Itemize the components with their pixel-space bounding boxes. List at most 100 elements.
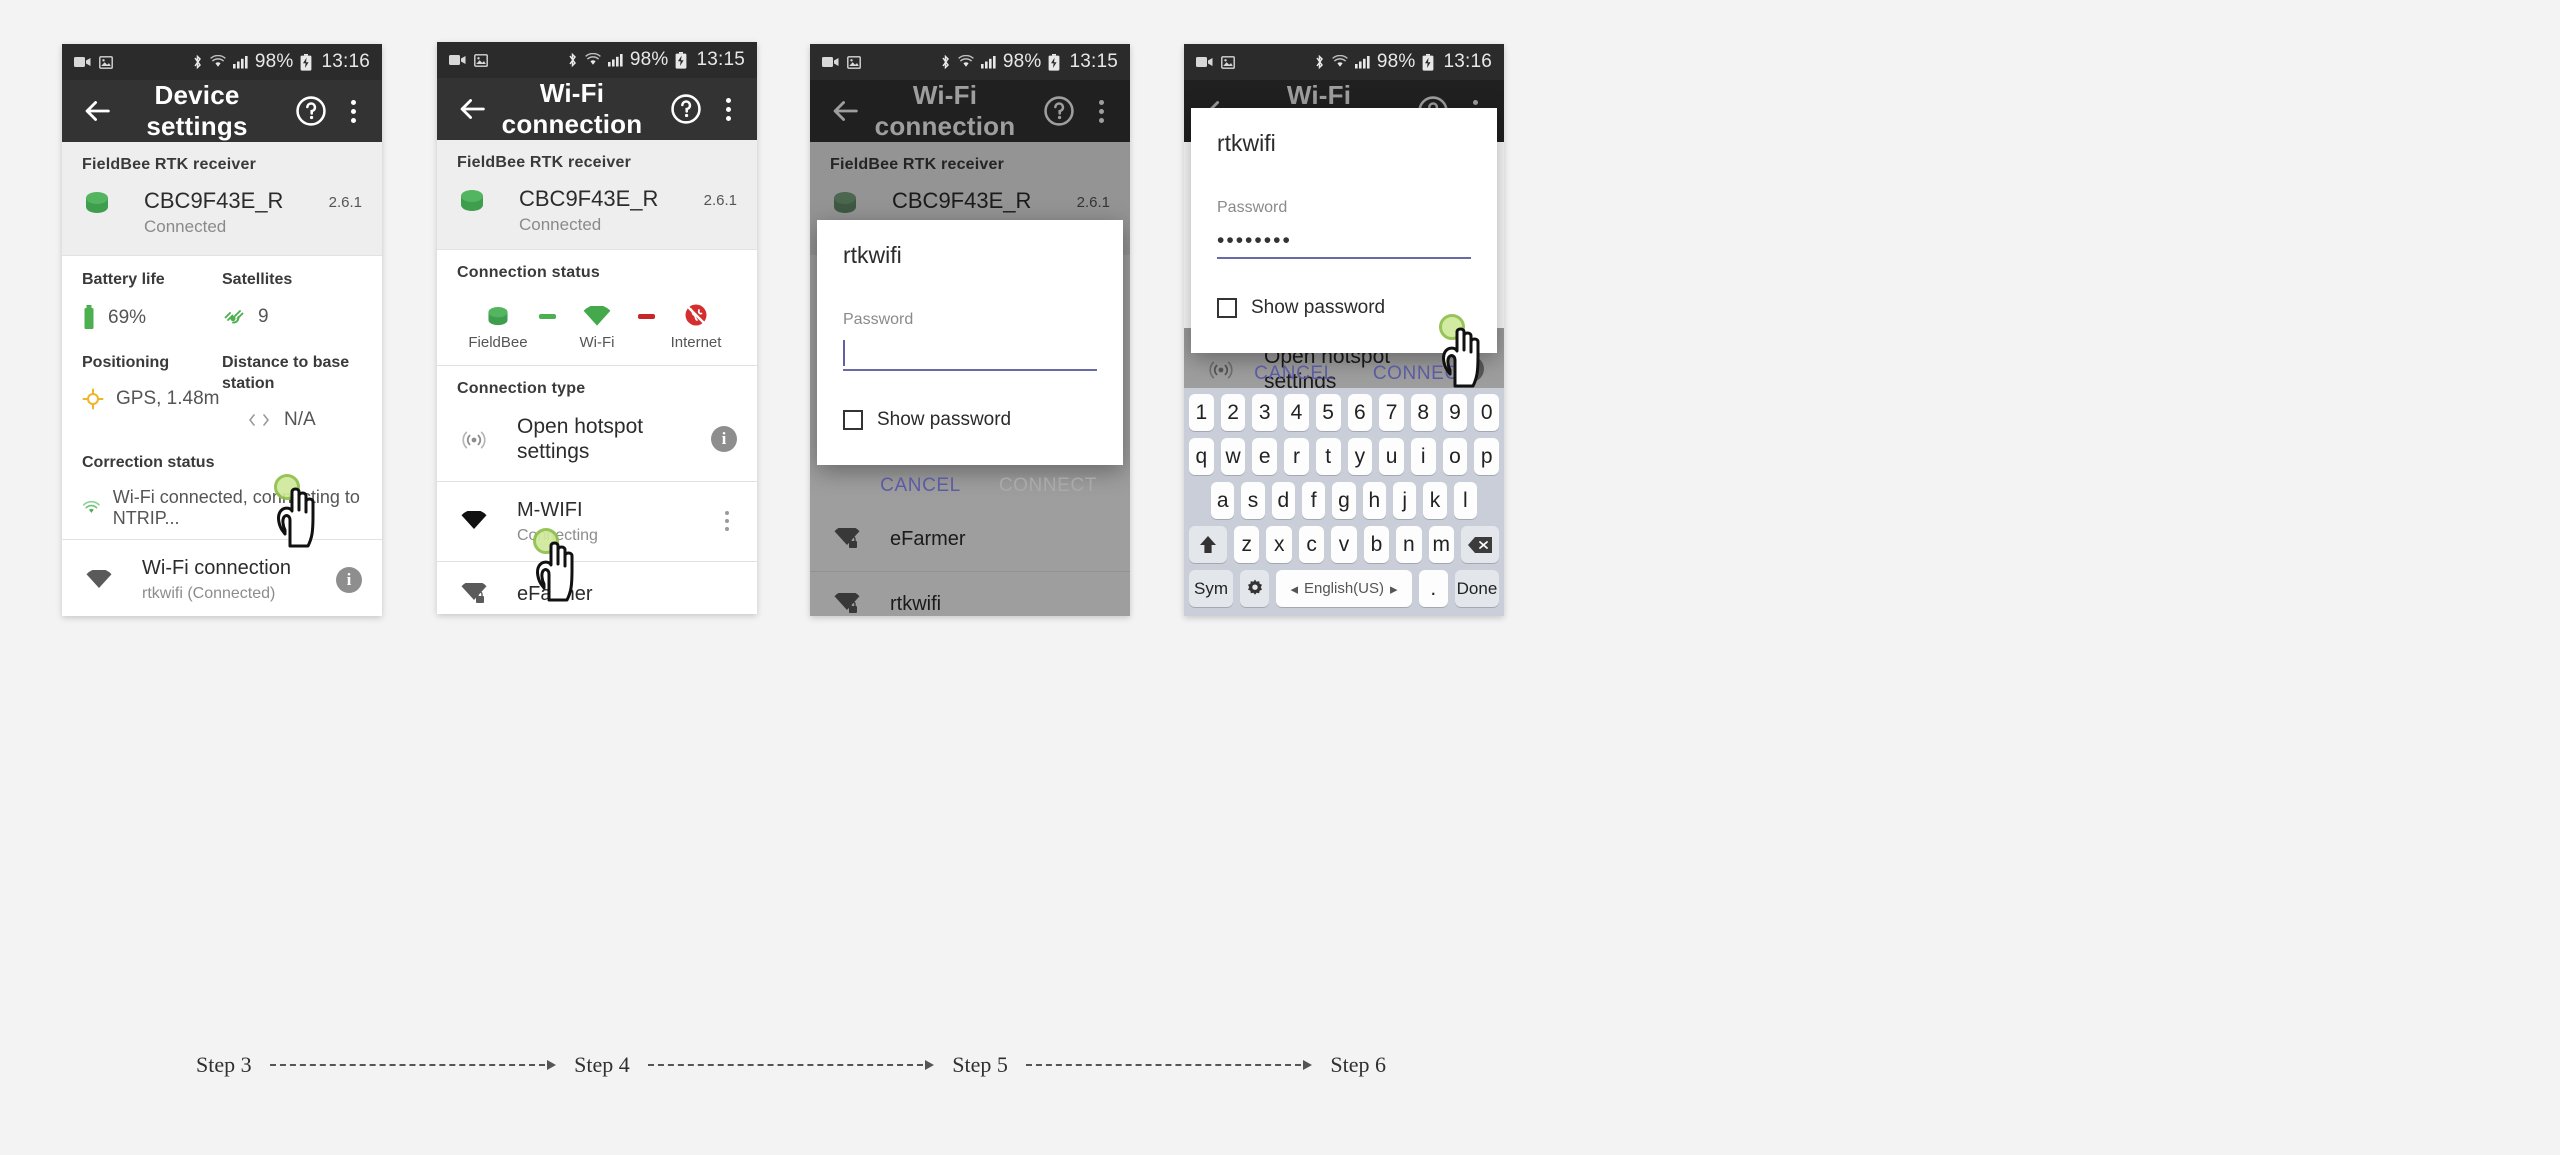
status-bar-left-icons xyxy=(74,55,113,69)
battery-charging-icon xyxy=(1423,53,1434,71)
back-arrow-icon[interactable] xyxy=(80,94,114,128)
connect-button[interactable]: CONNECT xyxy=(999,475,1097,497)
stats-row-2: Positioning GPS, 1.48m Distance to base … xyxy=(82,353,362,431)
help-icon[interactable] xyxy=(1042,94,1076,128)
network-text: eFarmer xyxy=(864,527,1110,551)
clock: 13:16 xyxy=(1443,51,1492,72)
key-m[interactable]: m xyxy=(1428,526,1454,563)
show-password-checkbox[interactable] xyxy=(843,410,863,430)
show-password-row[interactable]: Show password xyxy=(1217,297,1471,319)
key-4[interactable]: 4 xyxy=(1284,394,1309,431)
step-connector-5-6 xyxy=(1025,1060,1313,1070)
help-icon[interactable] xyxy=(294,94,328,128)
bluetooth-icon xyxy=(569,52,576,68)
key-d[interactable]: d xyxy=(1271,482,1295,519)
key-o[interactable]: o xyxy=(1442,438,1468,475)
network-item-m-wifi[interactable]: M-WIFI Connecting xyxy=(437,481,757,561)
key-q[interactable]: q xyxy=(1188,438,1214,475)
video-recorder-icon xyxy=(1196,57,1213,67)
distance-arrows-icon xyxy=(249,413,269,426)
key-5[interactable]: 5 xyxy=(1315,394,1341,431)
key-1[interactable]: 1 xyxy=(1188,394,1214,431)
wifi-icon xyxy=(82,569,116,590)
backspace-icon[interactable] xyxy=(1460,526,1500,563)
show-password-row[interactable]: Show password xyxy=(843,409,1097,431)
network-text: rtkwifi xyxy=(864,592,1110,616)
status-bar: 98% 13:15 xyxy=(810,44,1130,80)
key-i[interactable]: i xyxy=(1410,438,1436,475)
key-f[interactable]: f xyxy=(1302,482,1326,519)
menu-item-text: Open hotspot settings xyxy=(491,414,701,464)
symbols-key[interactable]: Sym xyxy=(1189,570,1234,607)
key-c[interactable]: c xyxy=(1298,526,1325,563)
key-6[interactable]: 6 xyxy=(1347,394,1373,431)
key-e[interactable]: e xyxy=(1252,438,1278,475)
key-a[interactable]: a xyxy=(1211,482,1235,519)
key-t[interactable]: t xyxy=(1315,438,1341,475)
key-g[interactable]: g xyxy=(1332,482,1356,519)
show-password-checkbox[interactable] xyxy=(1217,298,1237,318)
menu-item-open-hotspot-settings[interactable]: Open hotspot settings i xyxy=(437,398,757,481)
node-wifi: Wi-Fi xyxy=(556,294,638,351)
step-label-5: Step 5 xyxy=(952,1052,1008,1077)
gear-icon[interactable] xyxy=(1240,570,1270,607)
key-h[interactable]: h xyxy=(1362,482,1386,519)
shift-icon[interactable] xyxy=(1188,526,1228,563)
key-u[interactable]: u xyxy=(1379,438,1404,475)
receiver-row[interactable]: CBC9F43E_R Connected 2.6.1 xyxy=(457,186,737,235)
key-0[interactable]: 0 xyxy=(1474,394,1500,431)
dialog-actions: CANCEL CONNECT xyxy=(1217,363,1471,385)
status-bar-right-icons: 98% 13:16 xyxy=(1314,51,1492,73)
key-y[interactable]: y xyxy=(1347,438,1373,475)
key-z[interactable]: z xyxy=(1234,526,1260,563)
key-k[interactable]: k xyxy=(1423,482,1447,519)
key-n[interactable]: n xyxy=(1396,526,1422,563)
space-key[interactable]: ◂ English(US) ▸ xyxy=(1276,570,1412,607)
node-fieldbee: FieldBee xyxy=(457,294,539,351)
key-b[interactable]: b xyxy=(1363,526,1390,563)
cancel-button[interactable]: CANCEL xyxy=(880,475,961,497)
key-7[interactable]: 7 xyxy=(1379,394,1404,431)
key-2[interactable]: 2 xyxy=(1220,394,1246,431)
overflow-menu-icon[interactable] xyxy=(1090,94,1112,128)
battery-percent: 98% xyxy=(1002,51,1042,72)
receiver-name: CBC9F43E_R xyxy=(892,188,1032,213)
key-8[interactable]: 8 xyxy=(1410,394,1436,431)
cancel-button[interactable]: CANCEL xyxy=(1254,363,1335,385)
key-s[interactable]: s xyxy=(1241,482,1265,519)
password-input[interactable] xyxy=(843,337,1097,371)
key-j[interactable]: j xyxy=(1392,482,1417,519)
correction-value-row: Wi-Fi connected, connecting to NTRIP... xyxy=(82,487,362,529)
back-arrow-icon[interactable] xyxy=(828,94,862,128)
key-3[interactable]: 3 xyxy=(1252,394,1278,431)
key-w[interactable]: w xyxy=(1220,438,1246,475)
overflow-menu-icon[interactable] xyxy=(717,92,739,126)
positioning-stat: Positioning GPS, 1.48m xyxy=(82,353,222,431)
step-label-4: Step 4 xyxy=(574,1052,630,1077)
tap-highlight xyxy=(1439,314,1465,340)
battery-charging-icon xyxy=(1049,53,1060,71)
key-v[interactable]: v xyxy=(1331,526,1357,563)
key-p[interactable]: p xyxy=(1474,438,1500,475)
network-item-rtkwifi: rtkwifi xyxy=(810,572,1130,616)
info-icon[interactable]: i xyxy=(711,426,737,453)
connect-button[interactable]: CONNECT xyxy=(1373,363,1471,385)
info-icon[interactable]: i xyxy=(336,566,362,593)
network-overflow-icon[interactable] xyxy=(717,506,737,536)
period-key[interactable]: . xyxy=(1418,570,1448,607)
overflow-menu-icon[interactable] xyxy=(342,94,364,128)
key-l[interactable]: l xyxy=(1453,482,1477,519)
back-arrow-icon[interactable] xyxy=(455,92,489,126)
receiver-row[interactable]: CBC9F43E_R Connected 2.6.1 xyxy=(82,188,362,237)
done-key[interactable]: Done xyxy=(1454,570,1499,607)
key-r[interactable]: r xyxy=(1284,438,1309,475)
battery-title: Battery life xyxy=(82,271,165,289)
password-input[interactable]: •••••••• xyxy=(1217,225,1471,259)
clock: 13:15 xyxy=(696,49,745,70)
key-9[interactable]: 9 xyxy=(1442,394,1468,431)
key-x[interactable]: x xyxy=(1266,526,1292,563)
network-item-efarmer[interactable]: eFarmer xyxy=(437,561,757,614)
signal-bars-icon xyxy=(232,56,248,69)
menu-item-wifi-connection[interactable]: Wi-Fi connection rtkwifi (Connected) i xyxy=(62,540,382,616)
help-icon[interactable] xyxy=(669,92,703,126)
